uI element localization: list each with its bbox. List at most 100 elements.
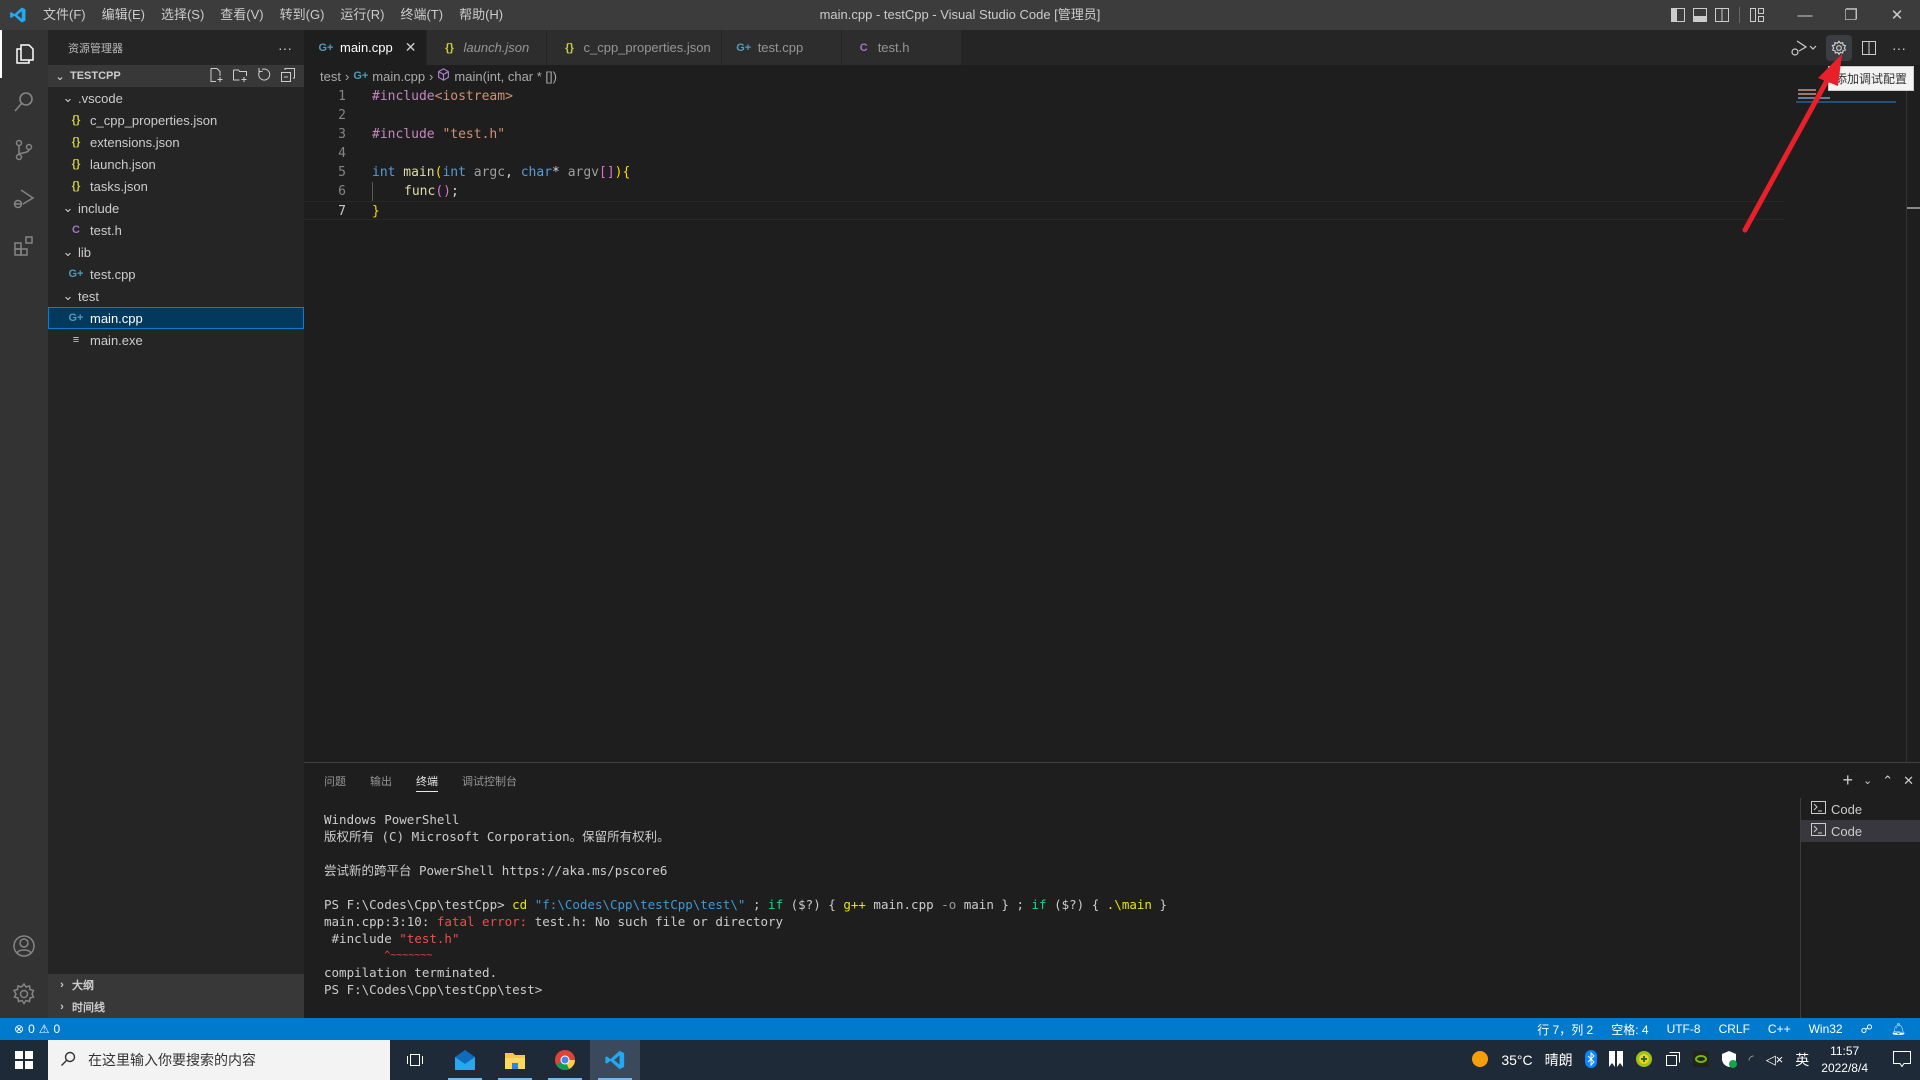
sidebar-more-button[interactable]: ··· bbox=[278, 40, 292, 56]
toggle-primary-sidebar-icon[interactable] bbox=[1667, 0, 1689, 30]
outline-section[interactable]: › 大纲 bbox=[48, 974, 304, 996]
workspace-root-header[interactable]: ⌄ TESTCPP bbox=[48, 65, 304, 87]
tree-folder[interactable]: ⌄ include bbox=[48, 197, 304, 219]
tree-folder[interactable]: ⌄ lib bbox=[48, 241, 304, 263]
tab-output[interactable]: 输出 bbox=[370, 763, 392, 798]
editor-tab[interactable]: {} launch.json bbox=[427, 30, 548, 65]
notifications-bell-icon[interactable]: 🔔︎ bbox=[1891, 1022, 1906, 1036]
menu-edit[interactable]: 编辑(E) bbox=[94, 0, 153, 30]
bluetooth-icon[interactable] bbox=[1584, 1049, 1597, 1071]
task-view-icon[interactable] bbox=[390, 1040, 440, 1080]
terminal-instance-label: Code bbox=[1831, 823, 1863, 839]
restore-button[interactable]: ❐ bbox=[1828, 0, 1874, 30]
menu-terminal[interactable]: 终端(T) bbox=[392, 0, 451, 30]
editor-tab[interactable]: G+ test.cpp bbox=[721, 30, 842, 65]
tab-terminal[interactable]: 终端 bbox=[416, 763, 438, 798]
problems-status[interactable]: ⊗ 0 ⚠ 0 bbox=[0, 1022, 60, 1036]
tree-file[interactable]: {} extensions.json bbox=[48, 131, 304, 153]
menu-help[interactable]: 帮助(H) bbox=[451, 0, 511, 30]
language-mode[interactable]: C++ bbox=[1768, 1022, 1791, 1036]
customize-layout-icon[interactable] bbox=[1746, 0, 1768, 30]
manage-gear-icon[interactable] bbox=[0, 970, 48, 1018]
terminal-output[interactable]: Windows PowerShell 版权所有 (C) Microsoft Cor… bbox=[324, 811, 1167, 998]
tab-problems[interactable]: 问题 bbox=[324, 763, 346, 798]
minimize-button[interactable]: — bbox=[1782, 0, 1828, 30]
source-control-icon[interactable] bbox=[0, 126, 48, 174]
code-editor[interactable]: 1 #include<iostream> 2 3 #include "test.h"… bbox=[304, 87, 1784, 220]
editor-tab[interactable]: G+ main.cpp ✕ bbox=[304, 30, 428, 65]
tray-app-icon[interactable] bbox=[1608, 1050, 1623, 1070]
weather-sun-icon[interactable] bbox=[1471, 1050, 1489, 1071]
tree-folder[interactable]: ⌄ .vscode bbox=[48, 87, 304, 109]
menu-go[interactable]: 转到(G) bbox=[272, 0, 333, 30]
menu-selection[interactable]: 选择(S) bbox=[153, 0, 212, 30]
new-terminal-icon[interactable]: + bbox=[1842, 770, 1853, 791]
accounts-icon[interactable] bbox=[0, 922, 48, 970]
search-icon[interactable] bbox=[0, 78, 48, 126]
windows-start-icon[interactable] bbox=[0, 1040, 48, 1080]
tree-file[interactable]: ≡ main.exe bbox=[48, 329, 304, 351]
feedback-icon[interactable]: ☍ bbox=[1861, 1022, 1873, 1036]
volume-muted-icon[interactable]: ◁× bbox=[1766, 1052, 1784, 1068]
tray-security-app-icon[interactable] bbox=[1635, 1050, 1653, 1071]
menu-run[interactable]: 运行(R) bbox=[332, 0, 392, 30]
tree-folder[interactable]: ⌄ test bbox=[48, 285, 304, 307]
nvidia-icon[interactable] bbox=[1692, 1050, 1709, 1070]
new-file-icon[interactable] bbox=[208, 67, 224, 86]
menu-view[interactable]: 查看(V) bbox=[212, 0, 271, 30]
mail-app-icon[interactable] bbox=[440, 1040, 490, 1080]
split-editor-icon[interactable] bbox=[1856, 35, 1882, 61]
menu-file[interactable]: 文件(F) bbox=[35, 0, 94, 30]
tree-file[interactable]: G+ test.cpp bbox=[48, 263, 304, 285]
tree-file[interactable]: {} launch.json bbox=[48, 153, 304, 175]
wifi-icon[interactable]: ◜ bbox=[1749, 1052, 1754, 1068]
ime-indicator[interactable]: 英 bbox=[1795, 1050, 1809, 1070]
breadcrumb-folder[interactable]: test bbox=[320, 69, 341, 84]
taskbar-search-box[interactable]: 在这里输入你要搜索的内容 bbox=[48, 1040, 390, 1080]
close-panel-icon[interactable]: ✕ bbox=[1903, 773, 1914, 789]
end-of-line[interactable]: CRLF bbox=[1719, 1022, 1750, 1036]
maximize-panel-icon[interactable]: ⌃ bbox=[1882, 773, 1893, 789]
tree-file[interactable]: Ctest.h bbox=[48, 219, 304, 241]
collapse-all-icon[interactable] bbox=[280, 67, 296, 86]
terminal-instance[interactable]: Code bbox=[1801, 820, 1920, 842]
weather-temp[interactable]: 35°C bbox=[1501, 1052, 1532, 1068]
tray-window-icon[interactable] bbox=[1665, 1051, 1681, 1070]
breadcrumb-file[interactable]: main.cpp bbox=[372, 69, 425, 84]
add-debug-config-gear-icon[interactable] bbox=[1826, 34, 1852, 61]
close-window-button[interactable]: ✕ bbox=[1874, 0, 1920, 30]
tab-debug-console[interactable]: 调试控制台 bbox=[462, 763, 517, 798]
tree-file[interactable]: {} c_cpp_properties.json bbox=[48, 109, 304, 131]
cursor-position[interactable]: 行 7，列 2 bbox=[1537, 1021, 1593, 1038]
vscode-app-icon[interactable] bbox=[590, 1040, 640, 1080]
platform-config[interactable]: Win32 bbox=[1809, 1022, 1843, 1036]
terminal-instance[interactable]: Code bbox=[1801, 798, 1920, 820]
tree-file[interactable]: G+ main.cpp bbox=[48, 307, 304, 329]
indentation[interactable]: 空格: 4 bbox=[1611, 1021, 1648, 1038]
toggle-secondary-sidebar-icon[interactable] bbox=[1711, 0, 1733, 30]
timeline-section[interactable]: › 时间线 bbox=[48, 996, 304, 1018]
file-explorer-app-icon[interactable] bbox=[490, 1040, 540, 1080]
chrome-app-icon[interactable] bbox=[540, 1040, 590, 1080]
editor-tab[interactable]: Ctest.h bbox=[841, 30, 962, 65]
minimap[interactable] bbox=[1796, 87, 1906, 147]
tree-file[interactable]: {} tasks.json bbox=[48, 175, 304, 197]
run-and-debug-icon[interactable] bbox=[0, 174, 48, 222]
taskbar-clock[interactable]: 11:57 2022/8/4 bbox=[1821, 1043, 1868, 1077]
more-actions-icon[interactable]: ··· bbox=[1886, 35, 1912, 61]
new-folder-icon[interactable] bbox=[232, 67, 248, 86]
encoding[interactable]: UTF-8 bbox=[1667, 1022, 1701, 1036]
run-debug-dropdown-icon[interactable] bbox=[1786, 35, 1822, 61]
editor-scrollbar[interactable] bbox=[1906, 87, 1920, 762]
action-center-icon[interactable] bbox=[1892, 1050, 1912, 1071]
editor-tab[interactable]: {} c_cpp_properties.json bbox=[547, 30, 722, 65]
refresh-icon[interactable] bbox=[256, 67, 272, 86]
toggle-panel-icon[interactable] bbox=[1689, 0, 1711, 30]
explorer-icon[interactable] bbox=[0, 30, 48, 78]
extensions-icon[interactable] bbox=[0, 222, 48, 270]
chevron-down-icon[interactable]: ⌄ bbox=[1863, 774, 1872, 787]
close-tab-icon[interactable]: ✕ bbox=[405, 39, 417, 56]
breadcrumb-symbol[interactable]: main(int, char * []) bbox=[454, 69, 557, 84]
defender-shield-icon[interactable] bbox=[1721, 1050, 1737, 1071]
weather-desc[interactable]: 晴朗 bbox=[1545, 1050, 1573, 1070]
